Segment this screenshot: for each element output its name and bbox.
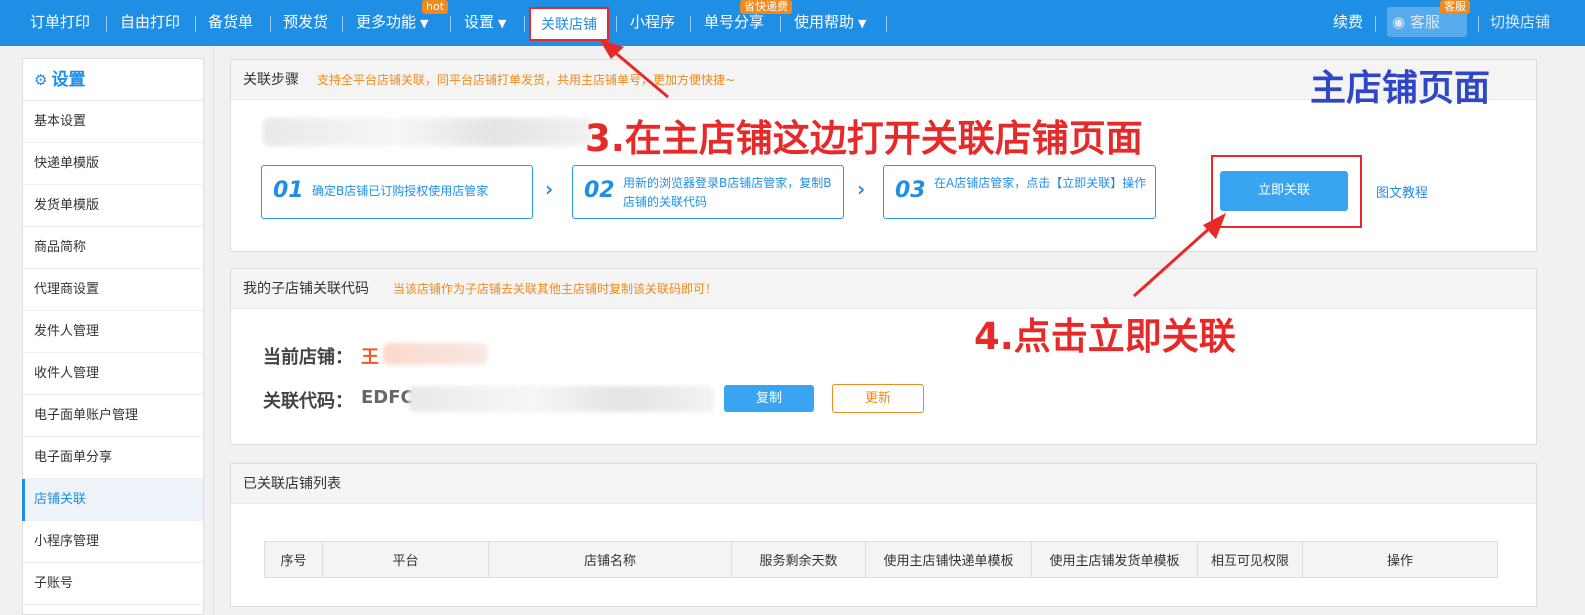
annotation-arrows xyxy=(599,39,1226,298)
arrow-to-link-button xyxy=(1132,213,1226,298)
arrow-to-linked-stores-tab xyxy=(599,39,669,99)
